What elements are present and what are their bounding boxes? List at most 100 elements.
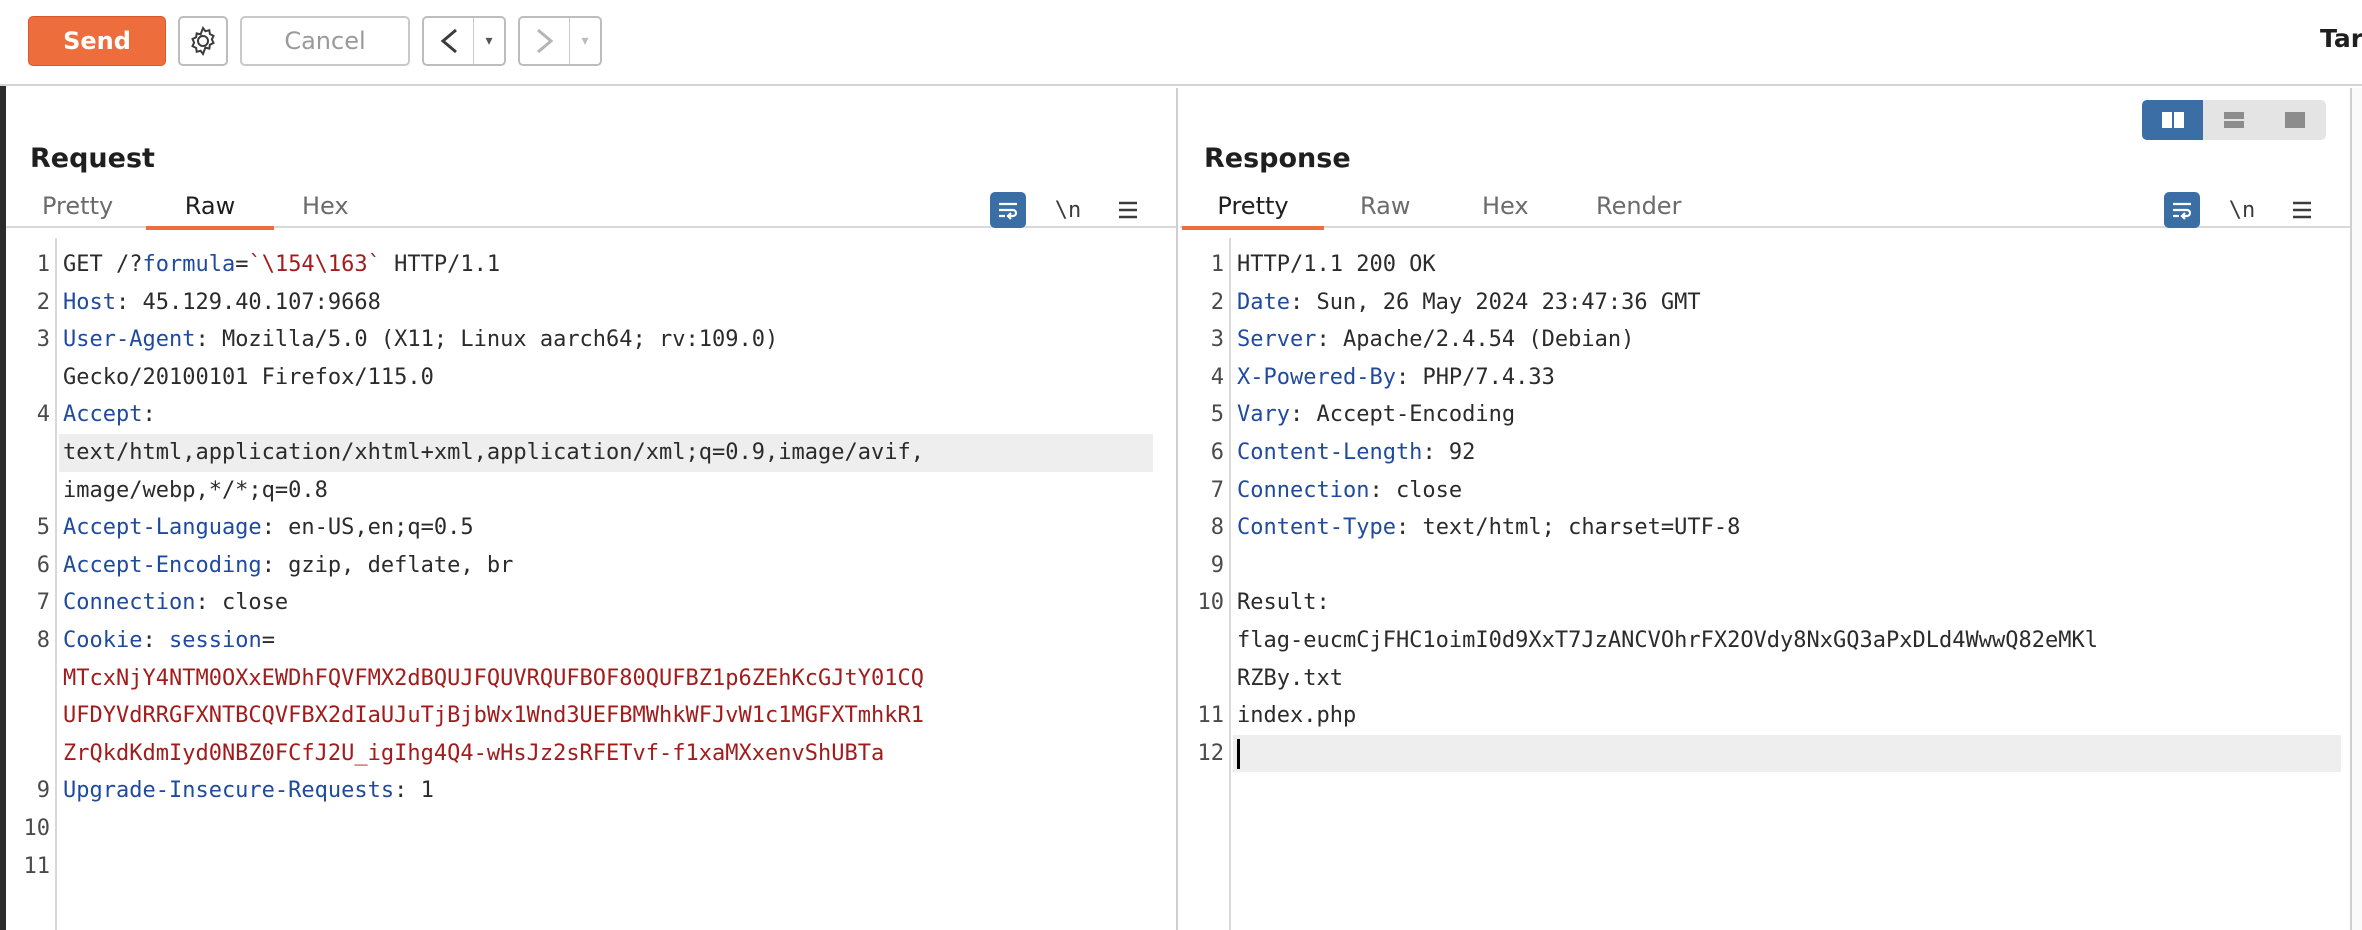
response-code-line[interactable]: 2 Date: Sun, 26 May 2024 23:47:36 GMT [1180,284,2350,322]
request-tab-pretty[interactable]: Pretty [42,192,113,228]
code-text: Accept-Language: en-US,en;q=0.5 [63,509,474,547]
forward-arrow-icon[interactable] [520,18,570,64]
line-number: 11 [23,853,51,879]
request-code-line[interactable]: 4 Accept: [6,396,1176,434]
plain-text: : gzip, deflate, br [261,552,514,578]
code-text: Server: Apache/2.4.54 (Debian) [1237,321,1634,359]
plain-text: text/html,application/xhtml+xml,applicat… [63,440,924,465]
response-code-line[interactable]: 5 Vary: Accept-Encoding [1180,396,2350,434]
request-code-line[interactable]: 8 Cookie: session= [6,622,1176,660]
request-code-line[interactable]: Gecko/20100101 Firefox/115.0 [6,359,1176,397]
request-code-line[interactable]: UFDYVdRRGFXNTBCQVFBX2dIaUJuTjBjbWx1Wnd3U… [6,697,1176,735]
response-tab-raw[interactable]: Raw [1360,192,1410,228]
request-code-line[interactable]: 1 GET /?formula=`\154\163` HTTP/1.1 [6,246,1176,284]
line-number: 4 [1210,364,1224,390]
newline-icon[interactable]: \n [2224,192,2260,228]
response-code-line[interactable]: 6 Content-Length: 92 [1180,434,2350,472]
request-code-line[interactable]: 5 Accept-Language: en-US,en;q=0.5 [6,509,1176,547]
string-value: ZrQkdKdmIyd0NBZ0FCfJ2U_igIhg4Q4-wHsJz2sR… [63,740,885,766]
request-code-line[interactable]: 6 Accept-Encoding: gzip, deflate, br [6,547,1176,585]
back-arrow-icon[interactable] [424,18,474,64]
request-code-line[interactable]: text/html,application/xhtml+xml,applicat… [6,434,1176,472]
line-number: 6 [36,552,50,578]
request-code-line[interactable]: 2 Host: 45.129.40.107:9668 [6,284,1176,322]
code-text: Gecko/20100101 Firefox/115.0 [63,359,434,397]
plain-text: : en-US,en;q=0.5 [261,515,474,541]
response-code-line[interactable]: 7 Connection: close [1180,472,2350,510]
menu-icon[interactable] [2284,192,2320,228]
header-name: Accept-Encoding [63,552,262,578]
split-vertical-icon[interactable] [2203,100,2264,140]
back-dropdown-icon[interactable]: ▾ [474,33,504,49]
response-code-line[interactable]: flag-eucmCjFHC1oimI0d9XxT7JzANCVOhrFX2OV… [1180,622,2350,660]
request-code-line[interactable]: 7 Connection: close [6,584,1176,622]
line-number: 7 [1210,477,1224,503]
header-name: Upgrade-Insecure-Requests [63,778,395,804]
response-panel: Response Pretty Raw Hex Render \n 1 HTTP/… [1180,88,2352,930]
plain-text: flag-eucmCjFHC1oimI0d9XxT7JzANCVOhrFX2OV… [1237,628,2098,653]
request-code-line[interactable]: 10 [6,810,1176,848]
wrap-lines-icon[interactable] [990,192,1026,228]
request-tab-hex[interactable]: Hex [302,192,349,228]
line-number: 2 [1210,289,1224,315]
line-number: 11 [1197,703,1225,729]
response-code-line[interactable]: 11 index.php [1180,697,2350,735]
newline-icon[interactable]: \n [1050,192,1086,228]
response-code-line[interactable]: 9 [1180,547,2350,585]
code-text: User-Agent: Mozilla/5.0 (X11; Linux aarc… [63,321,778,359]
header-name: Cookie [63,628,143,653]
request-code-line[interactable]: 9 Upgrade-Insecure-Requests: 1 [6,772,1176,810]
response-editor[interactable]: 1 HTTP/1.1 200 OK 2 Date: Sun, 26 May 2024 … [1180,238,2350,930]
request-code-line[interactable]: 3 User-Agent: Mozilla/5.0 (X11; Linux aar… [6,321,1176,359]
code-text: Host: 45.129.40.107:9668 [63,284,381,322]
request-code-line[interactable]: image/webp,*/*;q=0.8 [6,472,1176,510]
cancel-button[interactable]: Cancel [240,16,410,66]
code-text: X-Powered-By: PHP/7.4.33 [1237,359,1555,397]
code-text: Accept-Encoding: gzip, deflate, br [63,547,513,585]
request-editor[interactable]: 1 GET /?formula=`\154\163` HTTP/1.1 2 Host:… [6,238,1176,930]
request-code-line[interactable]: ZrQkdKdmIyd0NBZ0FCfJ2U_igIhg4Q4-wHsJz2sR… [6,735,1176,773]
wrap-lines-icon[interactable] [2164,192,2200,228]
plain-text: Gecko/20100101 Firefox/115.0 [63,364,434,390]
plain-text: : [142,628,169,653]
split-horizontal-icon[interactable] [2142,100,2204,140]
line-number: 2 [36,289,50,315]
plain-text: : 45.129.40.107:9668 [115,289,381,315]
single-pane-icon[interactable] [2265,100,2326,140]
request-panel: Request Pretty Raw Hex \n 1 GET /?formula… [6,88,1178,930]
request-tab-raw[interactable]: Raw [146,192,274,230]
request-code-line[interactable]: MTcxNjY4NTM0OXxEWDhFQVFMX2dBQUJFQUVRQUFB… [6,660,1176,698]
line-number: 6 [1210,440,1224,465]
code-text: flag-eucmCjFHC1oimI0d9XxT7JzANCVOhrFX2OV… [1237,622,2098,660]
response-code-line[interactable]: RZBy.txt [1180,660,2350,698]
header-name: Vary [1237,402,1290,428]
response-tab-hex[interactable]: Hex [1482,192,1529,228]
back-button[interactable]: ▾ [422,16,506,66]
code-text: Cookie: session= [63,622,275,660]
forward-button[interactable]: ▾ [518,16,602,66]
response-tab-pretty[interactable]: Pretty [1182,192,1324,230]
code-text: RZBy.txt [1237,660,1343,698]
response-code-line[interactable]: 1 HTTP/1.1 200 OK [1180,246,2350,284]
send-button[interactable]: Send [28,16,166,66]
response-code-line[interactable]: 4 X-Powered-By: PHP/7.4.33 [1180,359,2350,397]
plain-text: index.php [1237,703,1357,729]
line-number: 4 [36,402,50,428]
response-code-line[interactable]: 10 Result: [1180,584,2350,622]
plain-text: : 92 [1422,440,1476,465]
forward-dropdown-icon[interactable]: ▾ [570,33,600,49]
response-code-line[interactable]: 3 Server: Apache/2.4.54 (Debian) [1180,321,2350,359]
line-number: 7 [36,590,50,616]
header-name: Content-Length [1237,440,1423,465]
menu-icon[interactable] [1110,192,1146,228]
response-code-line[interactable]: 12 [1180,734,2350,773]
settings-button[interactable] [178,16,228,66]
request-code-line[interactable]: 11 [6,848,1176,886]
target-label[interactable]: Tar [2320,24,2362,53]
text-caret [1237,738,1240,769]
code-text: Connection: close [63,584,288,622]
line-number: 8 [36,628,50,653]
response-tab-render[interactable]: Render [1596,192,1681,228]
response-code-line[interactable]: 8 Content-Type: text/html; charset=UTF-8 [1180,509,2350,547]
line-highlight [1233,734,2341,773]
